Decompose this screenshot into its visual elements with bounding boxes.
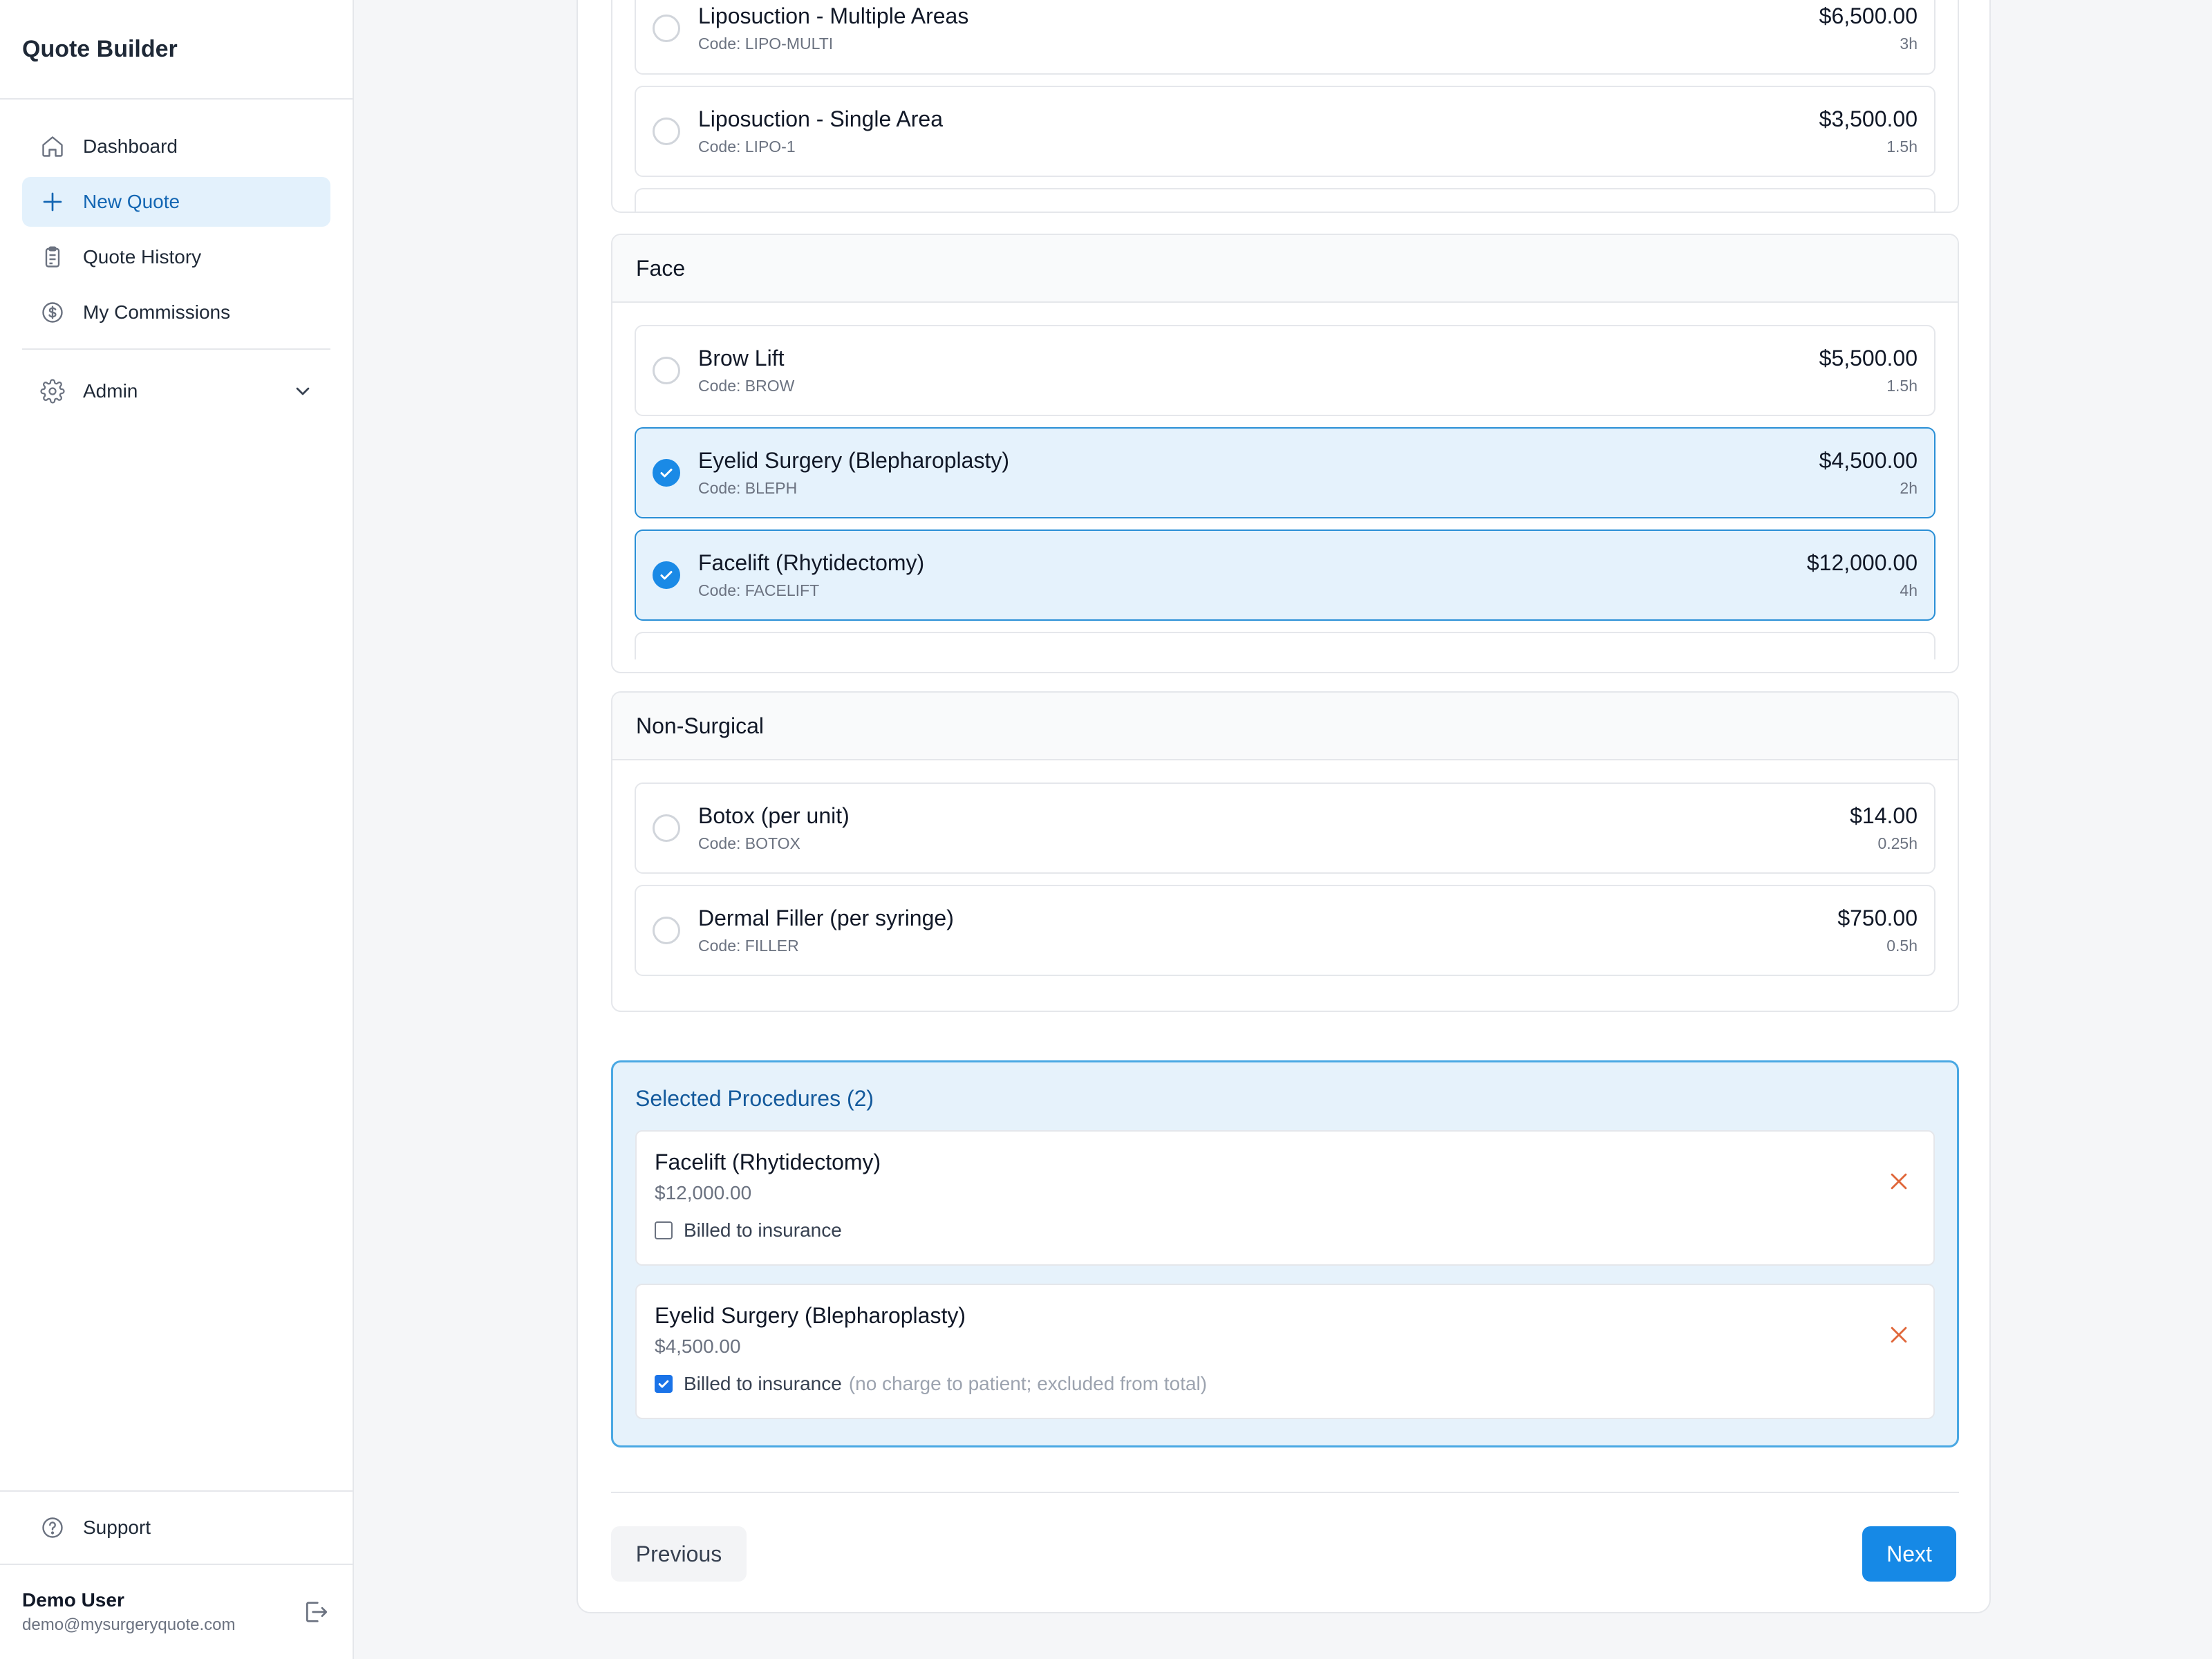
sidebar-item-label: Admin	[83, 380, 138, 402]
radio-button[interactable]	[653, 814, 680, 842]
billed-to-insurance-toggle[interactable]: Billed to insurance	[655, 1219, 1915, 1241]
procedure-code: Code: FILLER	[698, 937, 799, 955]
selected-procedure-name: Eyelid Surgery (Blepharoplasty)	[655, 1303, 966, 1328]
procedure-option[interactable]: Botox (per unit) Code: BOTOX $14.00 0.25…	[635, 782, 1936, 874]
selected-procedure-price: $4,500.00	[655, 1335, 741, 1357]
procedure-option[interactable]: Liposuction - Multiple Areas Code: LIPO-…	[635, 0, 1936, 75]
procedure-name: Brow Lift	[698, 346, 785, 371]
remove-x-icon[interactable]	[1885, 1321, 1913, 1349]
sidebar-item-label: My Commissions	[83, 301, 231, 323]
chevron-down-icon	[292, 380, 314, 402]
procedure-name: Eyelid Surgery (Blepharoplasty)	[698, 448, 1009, 473]
sidebar-footer: Support Demo User demo@mysurgeryquote.co…	[0, 1490, 353, 1659]
procedure-duration: 1.5h	[1886, 377, 1918, 395]
procedure-code: Code: BLEPH	[698, 479, 798, 497]
radio-button[interactable]	[653, 357, 680, 384]
sidebar: Quote Builder Dashboard New Quote Quote …	[0, 0, 354, 1659]
procedure-option[interactable]: Liposuction - Single Area Code: LIPO-1 $…	[635, 86, 1936, 177]
selected-procedures-title: Selected Procedures (2)	[635, 1086, 874, 1111]
home-icon	[39, 133, 66, 160]
dollar-circle-icon	[39, 299, 66, 326]
footer-divider	[611, 1492, 1959, 1493]
selected-procedure-item: Facelift (Rhytidectomy) $12,000.00 Bille…	[635, 1130, 1935, 1266]
billed-to-insurance-toggle[interactable]: Billed to insurance (no charge to patien…	[655, 1373, 1915, 1395]
procedure-group-body: Liposuction - Multiple Areas Code: LIPO-…	[611, 0, 1959, 213]
procedure-option-partial[interactable]	[635, 632, 1936, 659]
procedure-duration: 0.25h	[1877, 834, 1918, 852]
user-name: Demo User	[22, 1589, 124, 1611]
procedure-price: $750.00	[1837, 906, 1918, 930]
sidebar-item-admin[interactable]: Admin	[22, 366, 330, 416]
procedure-code: Code: FACELIFT	[698, 581, 820, 599]
selected-procedure-item: Eyelid Surgery (Blepharoplasty) $4,500.0…	[635, 1284, 1935, 1419]
app-title: Quote Builder	[0, 0, 353, 100]
next-button[interactable]: Next	[1862, 1526, 1956, 1582]
sidebar-item-label: Support	[83, 1517, 151, 1538]
group-title: Face	[612, 235, 1958, 303]
sidebar-nav: Dashboard New Quote Quote History My Com…	[0, 100, 353, 416]
radio-button[interactable]	[653, 917, 680, 944]
procedure-duration: 1.5h	[1886, 138, 1918, 156]
sidebar-item-label: Dashboard	[83, 135, 178, 157]
procedure-duration: 2h	[1900, 479, 1918, 497]
insurance-label: Billed to insurance	[684, 1373, 842, 1394]
check-circle-icon[interactable]	[653, 561, 680, 589]
check-circle-icon[interactable]	[653, 459, 680, 487]
procedure-name: Facelift (Rhytidectomy)	[698, 550, 925, 575]
selected-procedures-panel: Selected Procedures (2) Facelift (Rhytid…	[611, 1060, 1959, 1447]
procedure-option-selected[interactable]: Facelift (Rhytidectomy) Code: FACELIFT $…	[635, 529, 1936, 621]
sidebar-item-my-commissions[interactable]: My Commissions	[22, 288, 330, 337]
group-title: Non-Surgical	[612, 693, 1958, 760]
insurance-checkbox-checked[interactable]	[655, 1375, 673, 1393]
remove-x-icon[interactable]	[1885, 1168, 1913, 1195]
procedure-option-partial[interactable]	[635, 188, 1936, 212]
radio-button[interactable]	[653, 15, 680, 42]
procedure-option[interactable]: Dermal Filler (per syringe) Code: FILLER…	[635, 885, 1936, 976]
procedure-price: $12,000.00	[1806, 550, 1918, 575]
insurance-checkbox[interactable]	[655, 1221, 673, 1239]
procedure-group-non-surgical: Non-Surgical Botox (per unit) Code: BOTO…	[611, 691, 1959, 1012]
procedure-option-selected[interactable]: Eyelid Surgery (Blepharoplasty) Code: BL…	[635, 427, 1936, 518]
sidebar-item-new-quote[interactable]: New Quote	[22, 177, 330, 227]
clipboard-icon	[39, 243, 66, 271]
user-profile: Demo User demo@mysurgeryquote.com	[0, 1564, 353, 1659]
sidebar-item-quote-history[interactable]: Quote History	[22, 232, 330, 282]
procedure-duration: 4h	[1900, 581, 1918, 599]
selected-procedure-name: Facelift (Rhytidectomy)	[655, 1150, 881, 1174]
procedure-price: $3,500.00	[1819, 106, 1918, 131]
user-email: demo@mysurgeryquote.com	[22, 1615, 236, 1634]
procedure-option[interactable]: Brow Lift Code: BROW $5,500.00 1.5h	[635, 325, 1936, 416]
sidebar-divider	[22, 348, 330, 350]
gear-icon	[39, 377, 66, 405]
procedure-name: Botox (per unit)	[698, 803, 850, 828]
radio-button[interactable]	[653, 118, 680, 145]
sidebar-item-label: Quote History	[83, 246, 202, 268]
procedure-price: $6,500.00	[1819, 3, 1918, 28]
procedure-code: Code: BROW	[698, 377, 795, 395]
insurance-label: Billed to insurance	[684, 1219, 842, 1241]
support-section: Support	[0, 1490, 353, 1564]
plus-icon	[39, 188, 66, 216]
procedure-duration: 3h	[1900, 35, 1918, 53]
insurance-note: (no charge to patient; excluded from tot…	[848, 1373, 1208, 1394]
procedure-code: Code: LIPO-1	[698, 138, 796, 156]
procedure-price: $14.00	[1850, 803, 1918, 828]
procedure-name: Liposuction - Single Area	[698, 106, 943, 131]
help-circle-icon	[39, 1514, 66, 1541]
previous-button[interactable]: Previous	[611, 1526, 747, 1582]
sidebar-item-label: New Quote	[83, 191, 180, 212]
sidebar-item-support[interactable]: Support	[22, 1503, 330, 1553]
procedure-name: Dermal Filler (per syringe)	[698, 906, 954, 930]
procedure-selection-card: Liposuction - Multiple Areas Code: LIPO-…	[577, 0, 1991, 1613]
sidebar-item-dashboard[interactable]: Dashboard	[22, 122, 330, 171]
selected-procedure-price: $12,000.00	[655, 1182, 752, 1203]
procedure-price: $5,500.00	[1819, 346, 1918, 371]
logout-icon[interactable]	[300, 1597, 330, 1627]
procedure-code: Code: BOTOX	[698, 834, 800, 852]
procedure-name: Liposuction - Multiple Areas	[698, 3, 969, 28]
procedure-price: $4,500.00	[1819, 448, 1918, 473]
procedure-duration: 0.5h	[1886, 937, 1918, 955]
procedure-group-face: Face Brow Lift Code: BROW $5,500.00 1.5h	[611, 234, 1959, 673]
procedure-code: Code: LIPO-MULTI	[698, 35, 834, 53]
